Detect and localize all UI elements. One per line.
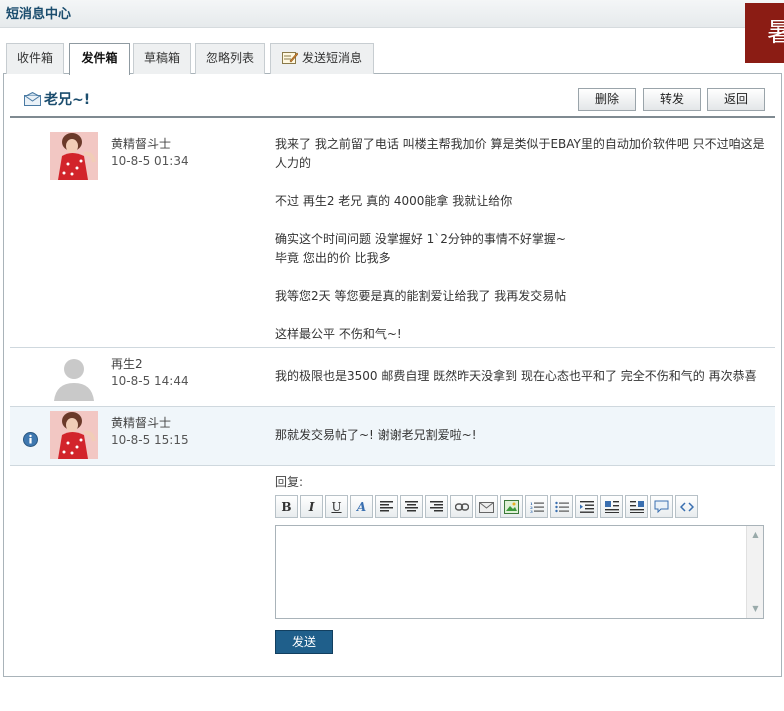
link-button[interactable] xyxy=(450,495,473,518)
email-icon xyxy=(479,501,494,513)
unordered-list-button[interactable] xyxy=(550,495,573,518)
scroll-up-icon[interactable]: ▲ xyxy=(749,528,762,542)
image-button[interactable] xyxy=(500,495,523,518)
delete-button[interactable]: 删除 xyxy=(578,88,636,111)
float-left-button[interactable] xyxy=(600,495,623,518)
tab-label: 收件箱 xyxy=(16,51,53,65)
bold-button[interactable]: B xyxy=(275,495,298,518)
back-button[interactable]: 返回 xyxy=(707,88,765,111)
reply-label: 回复: xyxy=(275,475,304,489)
underline-button[interactable]: U xyxy=(325,495,348,518)
avatar[interactable] xyxy=(50,132,98,180)
message-subject: 老兄~! xyxy=(44,92,91,108)
message-row: 黄精督斗士 10-8-5 01:34 我来了 我之前留了电话 叫楼主帮我加价 算… xyxy=(10,119,775,348)
message-time: 10-8-5 01:34 xyxy=(111,154,189,168)
underline-label: U xyxy=(331,499,342,514)
indent-button[interactable] xyxy=(575,495,598,518)
scroll-down-icon[interactable]: ▼ xyxy=(749,602,762,616)
message-time: 10-8-5 14:44 xyxy=(111,374,189,388)
textarea-scrollbar[interactable]: ▲ ▼ xyxy=(746,526,763,618)
tab-label: 草稿箱 xyxy=(143,51,180,65)
page-header: 短消息中心 xyxy=(0,0,784,28)
ordered-list-button[interactable]: 123 xyxy=(525,495,548,518)
avatar[interactable] xyxy=(50,411,98,459)
message-body: 我来了 我之前留了电话 叫楼主帮我加价 算是类似于EBAY里的自动加价软件吧 只… xyxy=(275,137,765,341)
tab-label: 忽略列表 xyxy=(205,51,254,65)
message-row: 黄精督斗士 10-8-5 15:15 那就发交易帖了~! 谢谢老兄割爱啦~! xyxy=(10,407,775,466)
font-color-label: A xyxy=(356,499,367,514)
italic-button[interactable]: I xyxy=(300,495,323,518)
quote-icon xyxy=(654,500,669,513)
code-button[interactable] xyxy=(675,495,698,518)
float-right-icon xyxy=(629,500,644,513)
message-time: 10-8-5 15:15 xyxy=(111,433,189,447)
code-icon xyxy=(679,501,694,512)
quote-button[interactable] xyxy=(650,495,673,518)
unordered-list-icon xyxy=(554,501,569,512)
font-color-button[interactable]: A xyxy=(350,495,373,518)
forward-button[interactable]: 转发 xyxy=(643,88,701,111)
sender-name[interactable]: 黄精督斗士 xyxy=(111,414,171,431)
tab-ignore-list[interactable]: 忽略列表 xyxy=(195,43,265,74)
tab-label: 发送短消息 xyxy=(301,51,362,65)
align-right-icon xyxy=(430,501,443,512)
indent-icon xyxy=(579,500,594,513)
sender-name[interactable]: 再生2 xyxy=(111,355,143,372)
float-left-icon xyxy=(604,500,619,513)
page-title: 短消息中心 xyxy=(6,7,72,22)
bold-label: B xyxy=(281,499,292,514)
tab-bar: 收件箱 发件箱 草稿箱 忽略列表 发送短消息 xyxy=(3,40,782,75)
align-center-icon xyxy=(405,501,418,512)
tab-send-message[interactable]: 发送短消息 xyxy=(270,43,374,74)
ordered-list-icon: 123 xyxy=(530,501,544,513)
align-left-icon xyxy=(380,501,393,512)
float-right-button[interactable] xyxy=(625,495,648,518)
reply-textarea[interactable] xyxy=(275,525,764,619)
svg-text:3: 3 xyxy=(530,509,533,513)
tab-drafts[interactable]: 草稿箱 xyxy=(133,43,191,74)
avatar[interactable] xyxy=(50,353,98,401)
sender-name[interactable]: 黄精督斗士 xyxy=(111,135,171,152)
email-button[interactable] xyxy=(475,495,498,518)
align-left-button[interactable] xyxy=(375,495,398,518)
tab-outbox[interactable]: 发件箱 xyxy=(69,43,130,75)
align-center-button[interactable] xyxy=(400,495,423,518)
image-icon xyxy=(504,499,519,514)
tab-label: 发件箱 xyxy=(81,51,118,65)
italic-label: I xyxy=(308,499,315,514)
align-right-button[interactable] xyxy=(425,495,448,518)
message-body: 那就发交易帖了~! 谢谢老兄割爱啦~! xyxy=(275,428,477,442)
subject-bar: 老兄~! 删除 转发 返回 xyxy=(10,88,775,118)
tab-inbox[interactable]: 收件箱 xyxy=(6,43,64,74)
compose-icon xyxy=(281,52,298,64)
link-icon xyxy=(454,502,469,511)
mail-icon xyxy=(24,92,41,106)
message-row: 再生2 10-8-5 14:44 我的极限也是3500 邮费自理 既然昨天没拿到… xyxy=(10,348,775,407)
message-body: 我的极限也是3500 邮费自理 既然昨天没拿到 现在心态也平和了 完全不伤和气的… xyxy=(275,369,757,383)
send-button[interactable]: 发送 xyxy=(275,630,333,654)
info-icon xyxy=(23,432,38,447)
